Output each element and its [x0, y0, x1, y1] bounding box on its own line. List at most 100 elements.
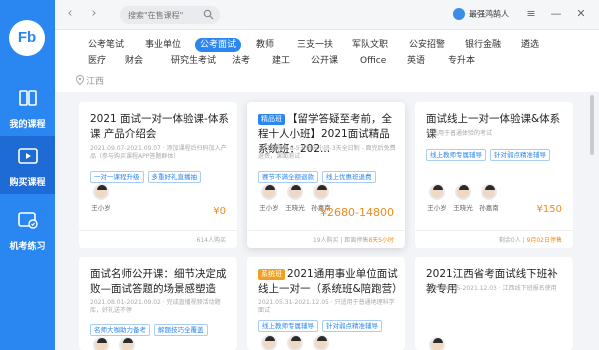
- teacher-avatar: [261, 335, 277, 350]
- search-box[interactable]: [120, 6, 220, 24]
- course-tag: 赛节不满全额退款: [258, 171, 318, 183]
- teacher: [426, 337, 448, 350]
- category-tab[interactable]: 事业单位: [145, 38, 181, 52]
- book-icon: [18, 90, 37, 106]
- teacher-avatar: [313, 184, 329, 200]
- category-tab[interactable]: 英语: [407, 54, 425, 68]
- teacher-avatar: [287, 184, 303, 200]
- purchase-count: 614人购买: [196, 237, 226, 244]
- category-tab[interactable]: 遴选: [521, 38, 539, 52]
- location-pin-icon: [76, 75, 84, 85]
- teacher-avatar: [287, 335, 303, 350]
- course-card[interactable]: 系统班 2021通用事业单位面试线上一对一（系统班&陪跑营） 2021.05.31…: [247, 257, 405, 350]
- category-tab[interactable]: 银行金融: [465, 38, 501, 52]
- course-card[interactable]: 面试名师公开课：细节决定成败—面试答题的场景感塑造 2021.08.01-202…: [79, 257, 237, 350]
- course-subtitle: 2021.08.01-2021.09.02 · 完成直播视频活动题库，好礼送不停: [90, 299, 221, 314]
- scrollbar[interactable]: [590, 95, 594, 155]
- search-icon[interactable]: [203, 9, 214, 20]
- teacher: 王晓光: [284, 184, 306, 212]
- category-tab[interactable]: 公开课: [311, 54, 338, 68]
- teacher-avatar: [455, 184, 471, 200]
- card-footer: 614人购买: [79, 230, 237, 248]
- back-button[interactable]: ‹: [63, 7, 77, 21]
- category-tab[interactable]: 医疗: [88, 54, 106, 68]
- course-subtitle: 2021.08.05-2021.12.03 · 江西线下班报名使用: [426, 285, 557, 292]
- course-tag: 名师大咖助力备考: [90, 324, 150, 336]
- teacher-avatar: [429, 184, 445, 200]
- teacher-avatar: [261, 184, 277, 200]
- minimize-icon[interactable]: —: [549, 7, 563, 21]
- user-name: 最强鸿鹄人: [469, 9, 509, 19]
- teacher: [90, 337, 112, 350]
- teacher-avatar: [313, 335, 329, 350]
- teacher-name: 王晓光: [453, 204, 473, 212]
- course-subtitle: 2021.09.07-2021.09.07 · 添加课程后扫码加入产品（参与购买…: [90, 145, 227, 160]
- teacher-avatar: [481, 184, 497, 200]
- sidebar-item-my-courses[interactable]: 我的课程: [0, 78, 55, 136]
- avatar: [453, 8, 465, 20]
- course-title: 系统班 2021通用事业单位面试线上一对一（系统班&陪跑营）: [258, 267, 403, 297]
- course-title: 面试名师公开课：细节决定成败—面试答题的场景感塑造: [90, 268, 227, 295]
- close-icon[interactable]: ✕: [574, 7, 588, 21]
- teacher-avatar: [93, 184, 109, 200]
- video-play-icon: [17, 148, 38, 164]
- course-tag: 针对弱点精准辅导: [490, 149, 550, 161]
- category-tab[interactable]: 专升本: [448, 54, 475, 68]
- forward-button[interactable]: ›: [87, 7, 101, 21]
- sidebar: Fb 我的课程 购买课程 机考练习: [0, 0, 55, 350]
- course-badge: 系统班: [258, 269, 285, 280]
- category-tab[interactable]: 教师: [256, 38, 274, 52]
- course-tag: 针对弱点精准辅导: [322, 320, 382, 332]
- course-card[interactable]: 面试线上一对一体验课&体系课 只适用于普通体验的考试 线上教师专属辅导 针对弱点精…: [415, 102, 573, 248]
- category-tab[interactable]: 三支一扶: [297, 38, 333, 52]
- sidebar-item-label: 购买课程: [9, 178, 46, 188]
- search-input[interactable]: [128, 8, 198, 22]
- location-label[interactable]: 江西: [86, 74, 104, 87]
- teacher-name: 王小岁: [259, 204, 279, 212]
- teacher: 孙嘉南: [478, 184, 500, 212]
- course-title: 2021 面试一对一体验课-体系课 产品介绍会: [90, 113, 229, 140]
- course-tag: 一对一课程升级: [90, 171, 144, 183]
- course-tag: 解题技巧全覆盖: [154, 324, 208, 336]
- teacher: 王小岁: [426, 184, 448, 212]
- course-card[interactable]: 精品班 【留学答疑至考前，全程十人小班】2021面试精品系统班：202... 全日…: [247, 102, 405, 248]
- teacher: [310, 335, 332, 350]
- teacher: [258, 335, 280, 350]
- category-tab[interactable]: 研究生考试: [171, 54, 216, 68]
- category-tab[interactable]: 建工: [272, 54, 290, 68]
- category-tab[interactable]: Office: [360, 54, 386, 68]
- teacher: 王小岁: [258, 184, 280, 212]
- teacher-name: 孙嘉南: [479, 204, 499, 212]
- course-tag: 线上教师专属辅导: [426, 149, 486, 161]
- sale-status: 剩余0人 | 9月02日停售: [498, 237, 562, 244]
- category-tab[interactable]: 法考: [232, 54, 250, 68]
- title-bar: ‹ › 最强鸿鹄人 ≡ — ✕: [55, 0, 599, 30]
- app-logo: Fb: [9, 20, 45, 56]
- sidebar-item-buy-courses[interactable]: 购买课程: [0, 136, 55, 194]
- category-tab[interactable]: 军队文职: [352, 38, 388, 52]
- course-price: ¥150: [536, 204, 562, 215]
- card-footer: 剩余0人 | 9月02日停售: [415, 230, 573, 248]
- teacher: [284, 335, 306, 350]
- course-tag: 线上教师专属辅导: [258, 320, 318, 332]
- course-card[interactable]: 2021 面试一对一体验课-体系课 产品介绍会 2021.09.07-2021.…: [79, 102, 237, 248]
- teacher-name: 王小岁: [91, 204, 111, 212]
- teacher: [116, 337, 138, 350]
- menu-icon[interactable]: ≡: [524, 7, 538, 21]
- sidebar-item-exam-practice[interactable]: 机考练习: [0, 200, 55, 258]
- teacher-name: 王晓光: [285, 204, 305, 212]
- user-profile[interactable]: 最强鸿鹄人: [453, 8, 509, 22]
- category-tab-active[interactable]: 公考面试: [195, 38, 242, 52]
- sidebar-item-label: 我的课程: [9, 120, 46, 130]
- category-tab[interactable]: 公考笔试: [88, 38, 124, 52]
- course-subtitle: 只适用于普通体验的考试: [426, 130, 493, 137]
- course-tag: 线上优惠班退费: [322, 171, 376, 183]
- category-tab[interactable]: 财会: [125, 54, 143, 68]
- course-tag: 多重好礼直播抽: [147, 171, 201, 183]
- course-card[interactable]: 2021江西省考面试线下班补教专用 2021.08.05-2021.12.03 …: [415, 257, 573, 350]
- teacher-avatar: [93, 337, 109, 350]
- course-price: ¥0: [213, 206, 226, 217]
- teacher-name: 王小岁: [427, 204, 447, 212]
- sidebar-item-label: 机考练习: [9, 242, 46, 252]
- category-tab[interactable]: 公安招警: [409, 38, 445, 52]
